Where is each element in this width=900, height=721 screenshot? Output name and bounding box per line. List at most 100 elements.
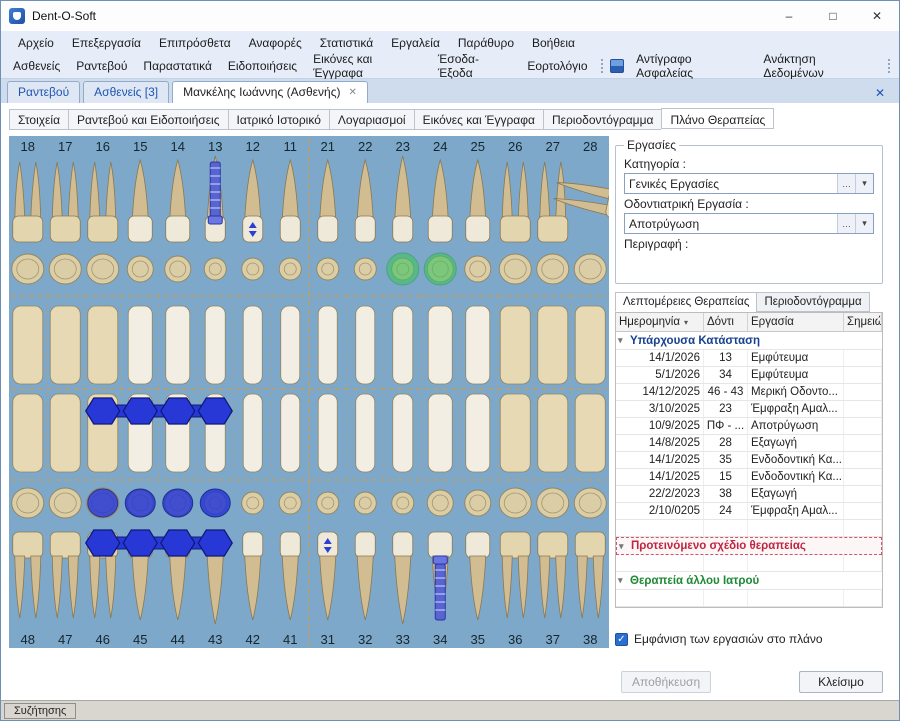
category-combo[interactable]: Γενικές Εργασίες … ▾	[624, 173, 874, 194]
table-cell	[748, 520, 844, 536]
svg-text:48: 48	[21, 632, 35, 647]
toolbar-item-backup[interactable]: Αντίγραφο Ασφαλείας	[628, 49, 755, 83]
toolbar-grip-icon[interactable]	[601, 59, 603, 73]
table-row[interactable]: 14/1/202515Ενδοδοντική Κα...	[616, 469, 882, 486]
dental-work-ellipsis-button[interactable]: …	[837, 214, 855, 233]
table-row[interactable]: 14/8/202528Εξαγωγή	[616, 435, 882, 452]
group-other-doctor[interactable]: ▾Θεραπεία άλλου Ιατρού	[616, 572, 882, 590]
table-row[interactable]: 10/9/2025ΠΦ - ...Αποτρύγωση	[616, 418, 882, 435]
subtab-accounts[interactable]: Λογαριασμοί	[329, 109, 414, 130]
table-row[interactable]: 2/10/020524Έμφραξη Αμαλ...	[616, 503, 882, 520]
toolbar-item-restore[interactable]: Ανάκτηση Δεδομένων	[755, 49, 883, 83]
category-ellipsis-button[interactable]: …	[837, 174, 855, 193]
document-tabs: Ραντεβού Ασθενείς [3] Μανκέλης Ιωάννης (…	[1, 79, 899, 103]
toolbar: Ασθενείς Ραντεβού Παραστατικά Ειδοποιήσε…	[1, 54, 899, 79]
group-proposed-plan[interactable]: ▾Προτεινόμενο σχέδιο θεραπείας	[616, 537, 882, 555]
svg-text:12: 12	[246, 139, 260, 154]
column-header-date[interactable]: Ημερομηνία ▾	[616, 313, 704, 331]
table-cell	[616, 520, 704, 536]
menu-item-reports[interactable]: Αναφορές	[240, 33, 311, 53]
subtab-details[interactable]: Στοιχεία	[9, 109, 68, 130]
tab-patients[interactable]: Ασθενείς [3]	[83, 81, 169, 103]
table-row[interactable]	[616, 590, 882, 607]
dental-chart[interactable]: 1817161514131211212223242526272848474645…	[9, 136, 609, 648]
tab-patient-record[interactable]: Μανκέλης Ιωάννης (Ασθενής) ✕	[172, 81, 368, 103]
maximize-icon[interactable]: □	[811, 1, 855, 31]
collapse-icon[interactable]: ▾	[618, 575, 630, 586]
toolbar-item-income-expenses[interactable]: Έσοδα-Έξοδα	[430, 49, 519, 83]
table-cell: 24	[704, 503, 748, 519]
menu-item-extras[interactable]: Επιπρόσθετα	[150, 33, 240, 53]
collapse-icon[interactable]: ▾	[619, 541, 631, 552]
svg-text:26: 26	[508, 139, 522, 154]
table-cell	[844, 555, 882, 571]
collapse-icon[interactable]: ▾	[618, 335, 630, 346]
tabstrip-close-icon[interactable]: ✕	[867, 86, 893, 103]
table-row[interactable]: 14/1/202535Ενδοδοντική Κα...	[616, 452, 882, 469]
subtab-images-documents[interactable]: Εικόνες και Έγγραφα	[414, 109, 543, 130]
table-cell	[844, 401, 882, 417]
dental-work-label: Οδοντιατρική Εργασία :	[624, 197, 874, 211]
subtab-treatment-plan[interactable]: Πλάνο Θεραπείας	[661, 108, 774, 129]
tab-appointments[interactable]: Ραντεβού	[7, 81, 80, 103]
dental-work-dropdown-icon[interactable]: ▾	[855, 214, 873, 233]
svg-text:47: 47	[58, 632, 72, 647]
group-title: Υπάρχουσα Κατάσταση	[630, 335, 760, 347]
table-cell	[844, 350, 882, 366]
table-cell	[844, 520, 882, 536]
subtab-periodontogram[interactable]: Περιοδοντόγραμμα	[543, 109, 661, 130]
menu-item-help[interactable]: Βοήθεια	[523, 33, 584, 53]
works-group-title: Εργασίες	[624, 138, 679, 152]
toolbar-item-invoices[interactable]: Παραστατικά	[135, 56, 219, 76]
toolbar-item-images-documents[interactable]: Εικόνες και Έγγραφα	[305, 49, 430, 83]
dental-work-combo[interactable]: Αποτρύγωση … ▾	[624, 213, 874, 234]
table-cell: Έμφραξη Αμαλ...	[748, 401, 844, 417]
category-dropdown-icon[interactable]: ▾	[855, 174, 873, 193]
menu-item-edit[interactable]: Επεξεργασία	[63, 33, 150, 53]
column-header-work[interactable]: Εργασία	[748, 313, 844, 331]
menu-item-file[interactable]: Αρχείο	[9, 33, 63, 53]
table-row[interactable]: 5/1/202634Εμφύτευμα	[616, 367, 882, 384]
toolbar-item-patients[interactable]: Ασθενείς	[5, 56, 68, 76]
show-works-checkbox[interactable]: ✓ Εμφάνιση των εργασιών στο πλάνο	[615, 632, 883, 646]
toolbar-item-notifications[interactable]: Ειδοποιήσεις	[220, 56, 305, 76]
toolbar-grip-icon[interactable]	[888, 59, 890, 73]
table-row[interactable]: 14/1/202613Εμφύτευμα	[616, 350, 882, 367]
filter-dropdown-icon[interactable]: ▾	[684, 318, 688, 327]
close-icon[interactable]: ✕	[855, 1, 899, 31]
column-header-notes[interactable]: Σημειώ...	[844, 313, 882, 331]
table-cell: Εξαγωγή	[748, 435, 844, 451]
table-cell	[704, 520, 748, 536]
record-subtabs: Στοιχεία Ραντεβού και Ειδοποιήσεις Ιατρι…	[9, 109, 891, 130]
svg-text:25: 25	[471, 139, 485, 154]
svg-text:23: 23	[396, 139, 410, 154]
toolbar-item-calendar[interactable]: Εορτολόγιο	[519, 56, 595, 76]
detail-tabs: Λεπτομέρειες Θεραπείας Περιοδοντόγραμμα	[615, 292, 883, 312]
group-existing-state[interactable]: ▾Υπάρχουσα Κατάσταση	[616, 332, 882, 350]
tab-periodontogram-detail[interactable]: Περιοδοντόγραμμα	[756, 292, 869, 312]
toolbar-item-appointments[interactable]: Ραντεβού	[68, 56, 135, 76]
table-row[interactable]	[616, 520, 882, 537]
tab-treatment-details[interactable]: Λεπτομέρειες Θεραπείας	[615, 292, 756, 312]
svg-text:45: 45	[133, 632, 147, 647]
table-row[interactable]: 3/10/202523Έμφραξη Αμαλ...	[616, 401, 882, 418]
table-row[interactable]: 22/2/202338Εξαγωγή	[616, 486, 882, 503]
category-label: Κατηγορία :	[624, 157, 874, 171]
table-row[interactable]	[616, 555, 882, 572]
table-row[interactable]: 14/12/202546 - 43Μερική Οδοντο...	[616, 384, 882, 401]
subtab-medical-history[interactable]: Ιατρικό Ιστορικό	[228, 109, 329, 130]
svg-text:41: 41	[283, 632, 297, 647]
tab-close-icon[interactable]: ✕	[348, 87, 356, 98]
close-page-button[interactable]: Κλείσιμο	[799, 671, 883, 693]
svg-text:35: 35	[471, 632, 485, 647]
table-cell	[844, 469, 882, 485]
subtab-appointments-notifications[interactable]: Ραντεβού και Ειδοποιήσεις	[68, 109, 227, 130]
dental-chart-svg[interactable]: 1817161514131211212223242526272848474645…	[9, 136, 609, 648]
minimize-icon[interactable]: –	[767, 1, 811, 31]
table-cell: 23	[704, 401, 748, 417]
column-header-tooth[interactable]: Δόντι	[704, 313, 748, 331]
save-button[interactable]: Αποθήκευση	[621, 671, 711, 693]
status-tab-discussion[interactable]: Συζήτησης	[4, 703, 76, 719]
svg-text:28: 28	[583, 139, 597, 154]
window-controls: – □ ✕	[767, 1, 899, 31]
